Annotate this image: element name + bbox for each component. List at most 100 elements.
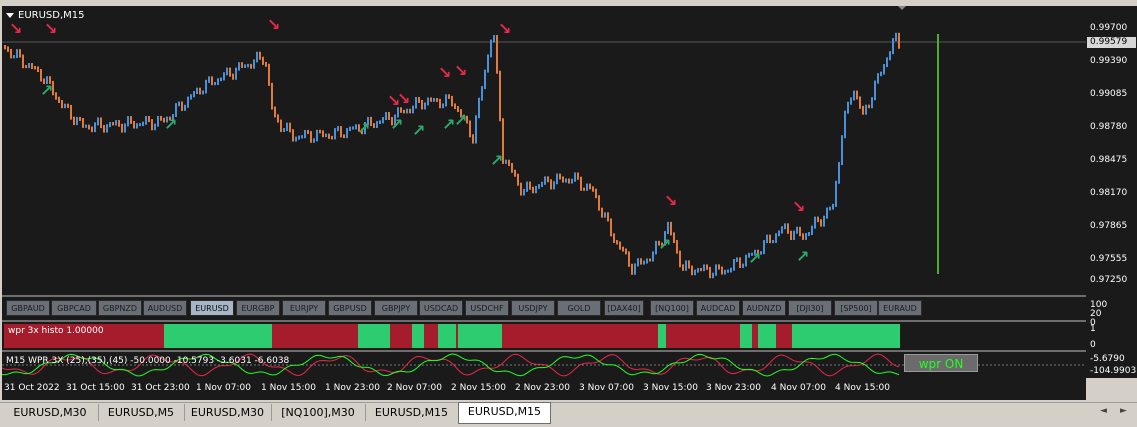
candle bbox=[385, 112, 387, 121]
chart-title[interactable]: EURUSD,M15 bbox=[6, 10, 84, 21]
time-axis-label: 1 Nov 15:00 bbox=[261, 383, 316, 393]
candle bbox=[133, 120, 135, 129]
symbol-button-gbpjpy[interactable]: GBPJPY bbox=[374, 300, 418, 316]
symbol-button-nq100[interactable]: [NQ100] bbox=[650, 300, 694, 316]
sell-arrow-icon: ↘ bbox=[44, 19, 57, 38]
candle bbox=[484, 69, 486, 90]
candle bbox=[841, 135, 843, 166]
time-axis-label: 31 Oct 23:00 bbox=[131, 383, 190, 393]
chart-tab[interactable]: EURUSD,M30 bbox=[2, 404, 99, 421]
candle bbox=[541, 181, 543, 188]
chart-tab[interactable]: EURUSD,M15 bbox=[365, 404, 459, 421]
candle bbox=[685, 260, 687, 271]
symbol-button-usdchf[interactable]: USDCHF bbox=[465, 300, 509, 316]
candle bbox=[94, 122, 96, 133]
candle bbox=[274, 106, 276, 118]
candle bbox=[106, 124, 108, 133]
wpr-toggle-button[interactable]: wpr ON bbox=[904, 354, 978, 372]
chart-tab[interactable]: [NQ100],M30 bbox=[271, 404, 366, 421]
candle bbox=[118, 120, 120, 127]
chart-tab[interactable]: EURUSD,M30 bbox=[184, 404, 272, 421]
candle bbox=[331, 135, 333, 140]
candle bbox=[862, 105, 864, 115]
candle bbox=[718, 264, 720, 270]
candles bbox=[4, 32, 900, 279]
candle bbox=[619, 241, 621, 250]
candle bbox=[445, 94, 447, 107]
candle bbox=[415, 96, 417, 109]
symbol-button-dji30[interactable]: [DJI30] bbox=[788, 300, 832, 316]
symbol-button-eurjpy[interactable]: EURJPY bbox=[282, 300, 326, 316]
scroll-left-icon[interactable]: ◄ bbox=[1100, 406, 1107, 416]
candle bbox=[766, 234, 768, 244]
candle bbox=[256, 51, 258, 63]
candle bbox=[469, 120, 471, 138]
candle bbox=[709, 266, 711, 279]
candle bbox=[838, 162, 840, 184]
candle bbox=[40, 69, 42, 82]
dropdown-icon[interactable] bbox=[6, 12, 14, 18]
buy-arrow-icon: ↗ bbox=[748, 249, 761, 268]
buy-arrow-icon: ↗ bbox=[40, 81, 53, 100]
candle bbox=[616, 240, 618, 245]
candle bbox=[145, 115, 147, 125]
candle bbox=[433, 98, 435, 102]
candle bbox=[865, 104, 867, 115]
candle bbox=[772, 239, 774, 244]
symbol-button-gbpnzd[interactable]: GBPNZD bbox=[98, 300, 142, 316]
candle bbox=[109, 122, 111, 128]
candle bbox=[796, 226, 798, 234]
symbol-button-sp500[interactable]: [SP500] bbox=[834, 300, 878, 316]
buy-arrow-icon: ↗ bbox=[658, 235, 671, 254]
symbol-button-gbpcad[interactable]: GBPCAD bbox=[51, 300, 97, 316]
candle bbox=[535, 185, 537, 194]
symbol-button-audnzd[interactable]: AUDNZD bbox=[742, 300, 786, 316]
symbol-button-eurusd[interactable]: EURUSD bbox=[190, 300, 234, 316]
candle bbox=[598, 195, 600, 211]
price-label: 0.99085 bbox=[1090, 89, 1128, 99]
symbol-button-dax40[interactable]: [DAX40] bbox=[604, 300, 644, 316]
candle bbox=[763, 240, 765, 255]
symbol-button-eurgbp[interactable]: EURGBP bbox=[236, 300, 280, 316]
candle bbox=[520, 182, 522, 196]
candle bbox=[511, 162, 513, 173]
sell-arrow-icon: ↘ bbox=[9, 19, 22, 38]
symbol-button-euraud[interactable]: EURAUD bbox=[878, 300, 922, 316]
candle bbox=[568, 178, 570, 184]
candle bbox=[550, 179, 552, 190]
candle bbox=[319, 129, 321, 134]
price-label: 0.98780 bbox=[1090, 122, 1128, 132]
candle bbox=[697, 267, 699, 273]
symbol-button-gold[interactable]: GOLD bbox=[557, 300, 601, 316]
candle bbox=[877, 73, 879, 84]
time-axis-label: 3 Nov 23:00 bbox=[706, 383, 761, 393]
sell-arrow-icon: ↘ bbox=[454, 61, 467, 80]
candle bbox=[205, 79, 207, 94]
time-axis-label: 4 Nov 15:00 bbox=[835, 383, 890, 393]
candle bbox=[583, 187, 585, 191]
candle bbox=[553, 181, 555, 190]
candle bbox=[694, 269, 696, 276]
scroll-right-icon[interactable]: ► bbox=[1120, 406, 1127, 416]
candle bbox=[439, 98, 441, 109]
candle bbox=[631, 263, 633, 275]
candle bbox=[406, 108, 408, 114]
candle bbox=[604, 212, 606, 218]
candle bbox=[853, 90, 855, 101]
chart-tab[interactable]: EURUSD,M5 bbox=[98, 404, 185, 421]
candle bbox=[337, 126, 339, 132]
candle bbox=[424, 102, 426, 110]
candle bbox=[277, 114, 279, 123]
candle bbox=[607, 212, 609, 222]
candle bbox=[289, 122, 291, 133]
symbol-button-gbpusd[interactable]: GBPUSD bbox=[328, 300, 372, 316]
symbol-button-gbpaud[interactable]: GBPAUD bbox=[6, 300, 50, 316]
candle bbox=[436, 98, 438, 102]
symbol-button-usdcad[interactable]: USDCAD bbox=[419, 300, 463, 316]
symbol-button-usdjpy[interactable]: USDJPY bbox=[511, 300, 555, 316]
symbol-button-audcad[interactable]: AUDCAD bbox=[696, 300, 740, 316]
sell-arrow-icon: ↘ bbox=[664, 191, 677, 210]
symbol-button-audusd[interactable]: AUDUSD bbox=[143, 300, 187, 316]
candle bbox=[859, 96, 861, 109]
chart-tab[interactable]: EURUSD,M15 bbox=[458, 402, 551, 424]
